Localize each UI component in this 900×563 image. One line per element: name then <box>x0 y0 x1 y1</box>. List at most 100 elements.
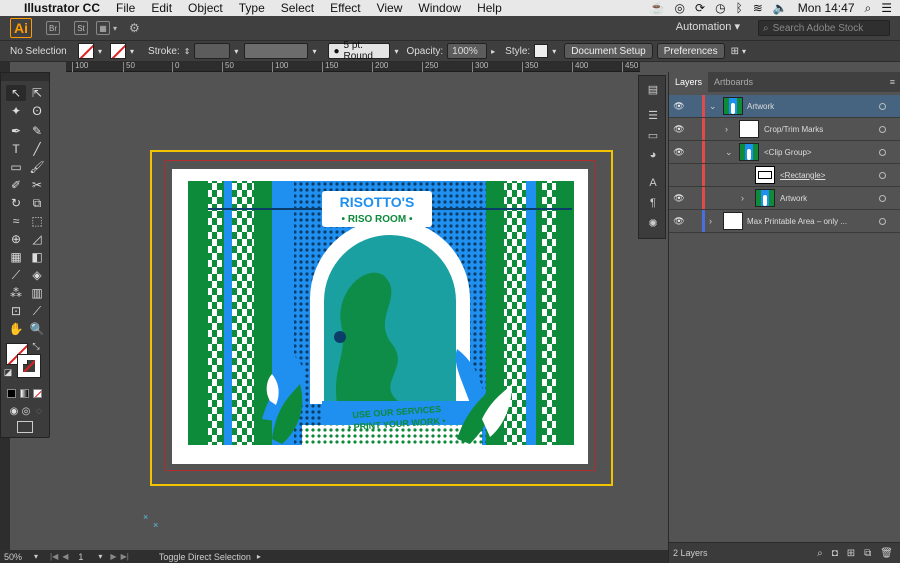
first-artboard-icon[interactable]: |◀ <box>50 552 58 561</box>
direct-selection-tool-icon[interactable]: ⇱ <box>27 85 47 101</box>
transparency-icon[interactable]: ▭ <box>645 128 661 142</box>
collapse-chevron-icon[interactable]: ⌄ <box>709 101 717 112</box>
wifi-icon[interactable]: ≋ <box>753 1 763 15</box>
layer-row[interactable]: 👁 › Crop/Trim Marks <box>669 118 900 141</box>
clock[interactable]: Mon 14:47 <box>798 1 855 15</box>
zoom-level[interactable]: 50% <box>4 552 34 562</box>
search-icon[interactable]: ⌕ <box>865 1 872 16</box>
blend-tool-icon[interactable]: ◈ <box>27 267 47 283</box>
free-transform-tool-icon[interactable]: ⬚ <box>27 213 47 229</box>
rotate-tool-icon[interactable]: ↻ <box>6 195 26 211</box>
layer-name[interactable]: Artwork <box>747 102 774 111</box>
stroke-weight-chevron-icon[interactable]: ▾ <box>234 47 238 56</box>
symbol-sprayer-tool-icon[interactable]: ⁂ <box>6 285 26 301</box>
fill-chevron-icon[interactable]: ▾ <box>98 47 102 56</box>
target-circle-icon[interactable] <box>879 148 886 156</box>
stroke-stepper[interactable]: ⇕ <box>184 47 191 56</box>
menu-file[interactable]: File <box>108 1 143 15</box>
layer-name[interactable]: <Clip Group> <box>764 148 812 157</box>
expand-chevron-icon[interactable]: › <box>725 124 728 134</box>
target-circle-icon[interactable] <box>879 102 886 110</box>
coffee-icon[interactable]: ☕ <box>650 1 665 15</box>
zoom-chevron-icon[interactable]: ▾ <box>34 552 38 561</box>
artboard-chevron-icon[interactable]: ▾ <box>98 552 102 561</box>
properties-icon[interactable]: ▤ <box>645 82 661 96</box>
visibility-eye-icon[interactable]: 👁 <box>673 193 685 203</box>
artboard-number[interactable]: 1 <box>78 552 98 562</box>
stock-icon[interactable]: St <box>74 21 88 35</box>
hand-tool-icon[interactable]: ✋ <box>6 321 26 337</box>
visibility-eye-icon[interactable]: 👁 <box>673 216 685 226</box>
type-tool-icon[interactable]: T <box>6 141 26 157</box>
creative-cloud-icon[interactable]: ◎ <box>675 1 685 15</box>
clipping-mask-icon[interactable]: ◘ <box>832 548 838 559</box>
rectangle-tool-icon[interactable]: ▭ <box>6 159 26 175</box>
panel-menu-icon[interactable]: ≡ <box>890 77 895 87</box>
arrange-icon[interactable]: ⊞ <box>731 46 739 57</box>
sync-icon[interactable]: ⟳ <box>695 1 705 15</box>
menu-help[interactable]: Help <box>469 1 510 15</box>
zoom-tool-icon[interactable]: 🔍 <box>27 321 47 337</box>
layer-name[interactable]: Crop/Trim Marks <box>764 125 823 134</box>
new-layer-icon[interactable]: ⧉ <box>864 548 871 559</box>
selection-tool-icon[interactable]: ↖ <box>6 85 26 101</box>
layer-row[interactable]: 👁 › Artwork <box>669 187 900 210</box>
layer-name[interactable]: <Rectangle> <box>780 171 825 180</box>
app-menu[interactable]: Illustrator CC <box>16 1 108 15</box>
screen-mode-icon[interactable] <box>17 421 33 433</box>
lasso-tool-icon[interactable]: ʘ <box>27 103 47 119</box>
arrange-chevron-icon[interactable]: ▾ <box>113 24 117 33</box>
eyedropper-tool-icon[interactable]: ⟋ <box>6 267 26 283</box>
none-mode-icon[interactable] <box>33 389 42 398</box>
style-chevron-icon[interactable]: ▾ <box>552 47 556 56</box>
sun-icon[interactable]: ✺ <box>645 216 661 230</box>
arrange-documents-icon[interactable]: ▦ <box>96 21 110 35</box>
menu-window[interactable]: Window <box>410 1 469 15</box>
poster-artwork[interactable]: RISOTTO'S • RISO ROOM • USE OUR SERVICES… <box>172 169 588 464</box>
fill-swatch[interactable] <box>78 43 94 59</box>
default-colors-icon[interactable]: ◪ <box>3 367 13 377</box>
previous-artboard-icon[interactable]: ◀ <box>62 552 68 561</box>
opacity-chevron-icon[interactable]: ▸ <box>491 47 495 56</box>
preferences-button[interactable]: Preferences <box>656 43 725 59</box>
time-machine-icon[interactable]: ◷ <box>715 1 725 15</box>
locate-object-icon[interactable]: ⌕ <box>817 548 823 559</box>
document-setup-button[interactable]: Document Setup <box>564 43 653 59</box>
opacity-field[interactable]: 100% <box>447 43 488 59</box>
magic-wand-tool-icon[interactable]: ✦ <box>6 103 26 119</box>
paintbrush-tool-icon[interactable]: 🖌 <box>27 159 47 175</box>
menu-object[interactable]: Object <box>180 1 231 15</box>
delete-layer-icon[interactable]: 🗑 <box>880 548 893 559</box>
draw-inside-icon[interactable]: ◌ <box>29 403 49 419</box>
stroke-color-swatch[interactable] <box>17 354 41 378</box>
layer-row[interactable]: 👁 ⌄ <Clip Group> <box>669 141 900 164</box>
expand-chevron-icon[interactable]: › <box>709 216 712 226</box>
artboard[interactable]: RISOTTO'S • RISO ROOM • USE OUR SERVICES… <box>172 169 588 464</box>
gpu-performance-icon[interactable]: ⚙ <box>129 21 140 35</box>
warp-tool-icon[interactable]: ≈ <box>6 213 26 229</box>
artboard-tool-icon[interactable]: ⊡ <box>6 303 26 319</box>
layer-row[interactable]: <Rectangle> <box>669 164 900 187</box>
paragraph-icon[interactable]: ¶ <box>645 196 661 210</box>
shape-builder-tool-icon[interactable]: ⊕ <box>6 231 26 247</box>
bridge-icon[interactable]: Br <box>46 21 60 35</box>
bluetooth-icon[interactable]: ᛒ <box>736 1 743 15</box>
gradient-mode-icon[interactable] <box>20 389 29 398</box>
stroke-weight-field[interactable] <box>194 43 231 59</box>
menu-type[interactable]: Type <box>231 1 273 15</box>
perspective-grid-tool-icon[interactable]: ◿ <box>27 231 47 247</box>
arrange-chevron-icon[interactable]: ▾ <box>742 47 746 56</box>
layer-row[interactable]: 👁 ⌄ Artwork <box>669 95 900 118</box>
visibility-eye-icon[interactable]: 👁 <box>673 124 685 134</box>
color-mode-icon[interactable] <box>7 389 16 398</box>
column-graph-tool-icon[interactable]: ▥ <box>27 285 47 301</box>
line-tool-icon[interactable]: ╱ <box>27 141 47 157</box>
last-artboard-icon[interactable]: ▶| <box>121 552 129 561</box>
expand-chevron-icon[interactable]: › <box>741 193 744 203</box>
menu-effect[interactable]: Effect <box>322 1 368 15</box>
scissors-tool-icon[interactable]: ✂ <box>27 177 47 193</box>
pen-tool-icon[interactable]: ✒ <box>6 123 26 139</box>
target-circle-icon[interactable] <box>879 125 886 133</box>
new-sublayer-icon[interactable]: ⊞ <box>847 548 855 559</box>
tab-artboards[interactable]: Artboards <box>708 72 759 92</box>
